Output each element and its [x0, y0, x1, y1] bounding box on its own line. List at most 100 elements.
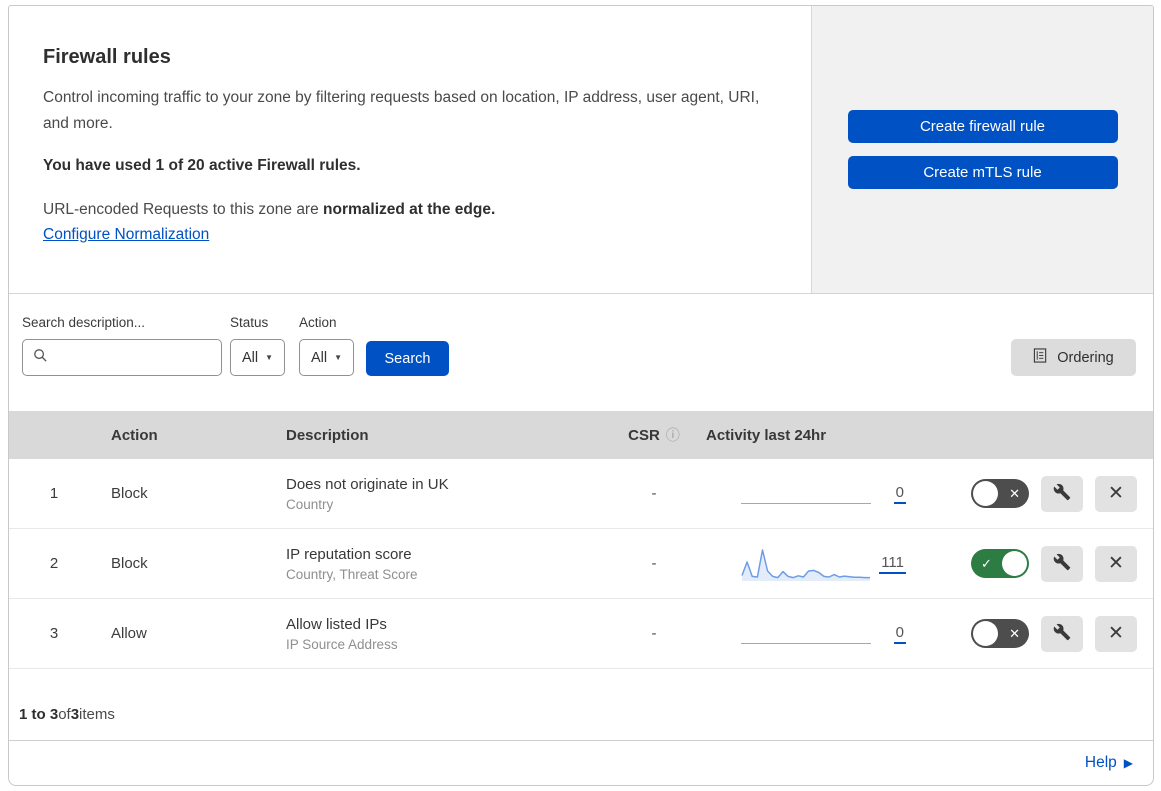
rule-description-cell: Does not originate in UK Country	[274, 476, 604, 512]
rule-activity-cell: 0	[704, 615, 914, 653]
column-description: Description	[286, 426, 369, 444]
status-label: Status	[230, 315, 269, 330]
rule-priority: 1	[49, 485, 59, 502]
column-action: Action	[111, 426, 158, 444]
help-row: Help ▶	[9, 740, 1153, 785]
wrench-icon	[1053, 483, 1071, 504]
normalization-text: URL-encoded Requests to this zone are	[43, 201, 324, 218]
column-csr-label: CSR	[628, 427, 660, 444]
status-dropdown-value: All	[242, 349, 259, 366]
close-icon: ✕	[1108, 553, 1124, 574]
rule-description-cell: IP reputation score Country, Threat Scor…	[274, 546, 604, 582]
activity-count-link[interactable]: 0	[893, 484, 906, 504]
search-button[interactable]: Search	[366, 341, 449, 376]
toggle-knob	[973, 481, 998, 506]
rule-description-cell: Allow listed IPs IP Source Address	[274, 616, 604, 652]
toggle-knob	[973, 621, 998, 646]
rule-action: Block	[111, 485, 148, 502]
rule-criteria: Country, Threat Score	[286, 566, 418, 582]
chevron-down-icon: ▼	[265, 353, 274, 362]
close-icon: ✕	[1108, 623, 1124, 644]
configure-normalization-link[interactable]: Configure Normalization	[43, 226, 209, 243]
filter-bar: Search description... Status All ▼ Actio…	[9, 294, 1153, 411]
ordering-button[interactable]: Ordering	[1011, 339, 1136, 376]
search-label: Search description...	[22, 315, 146, 330]
rule-activity-cell: 111	[704, 545, 914, 583]
edit-rule-button[interactable]	[1041, 475, 1083, 512]
create-firewall-rule-button[interactable]: Create firewall rule	[847, 110, 1118, 143]
rule-enable-toggle[interactable]	[971, 549, 1029, 578]
pagination-items: items	[79, 706, 115, 723]
rule-activity-cell: 0	[704, 475, 914, 513]
pagination-range: 1 to 3	[19, 706, 59, 723]
table-header: Action Description CSR ⓘ Activity last 24…	[9, 411, 1153, 459]
page-description: Control incoming traffic to your zone by…	[43, 89, 760, 132]
rule-action: Allow	[111, 625, 147, 642]
sparkline-chart	[741, 548, 870, 581]
rule-enable-toggle[interactable]	[971, 619, 1029, 648]
activity-sparkline	[741, 615, 871, 653]
edit-rule-button[interactable]	[1041, 615, 1083, 652]
delete-rule-button[interactable]: ✕	[1095, 475, 1137, 512]
ordering-button-label: Ordering	[1057, 349, 1114, 366]
rule-criteria: Country	[286, 496, 334, 512]
wrench-icon	[1053, 623, 1071, 644]
chevron-down-icon: ▼	[334, 353, 343, 362]
table-row: 2 Block IP reputation score Country, Thr…	[9, 529, 1153, 599]
activity-count-link[interactable]: 0	[893, 624, 906, 644]
search-icon	[33, 348, 48, 368]
search-input[interactable]	[22, 339, 222, 376]
rule-priority: 2	[49, 555, 59, 572]
firewall-rules-card: Firewall rules Control incoming traffic …	[8, 5, 1154, 786]
help-link[interactable]: Help	[1085, 754, 1117, 772]
search-group: Search description...	[22, 315, 222, 376]
normalization-note: URL-encoded Requests to this zone are no…	[43, 201, 771, 219]
rule-enable-toggle[interactable]	[971, 479, 1029, 508]
close-icon: ✕	[1108, 483, 1124, 504]
delete-rule-button[interactable]: ✕	[1095, 545, 1137, 582]
actions-panel: Create firewall rule Create mTLS rule	[811, 6, 1153, 293]
column-csr: CSR ⓘ	[604, 425, 704, 445]
wrench-icon	[1053, 553, 1071, 574]
column-activity: Activity last 24hr	[706, 426, 827, 444]
normalization-bold: normalized at the edge.	[323, 201, 496, 218]
rule-csr: -	[651, 625, 657, 642]
pagination-total: 3	[70, 706, 80, 723]
search-input-field[interactable]	[56, 348, 211, 367]
status-dropdown[interactable]: All ▼	[230, 339, 286, 376]
pagination-summary: 1 to 3 of 3 items	[9, 669, 1153, 740]
activity-sparkline	[741, 475, 871, 513]
rule-controls: ✕	[914, 475, 1153, 512]
action-filter-group: Action All ▼	[299, 315, 355, 376]
table-row: 1 Block Does not originate in UK Country…	[9, 459, 1153, 529]
action-dropdown-value: All	[311, 349, 328, 366]
header-section: Firewall rules Control incoming traffic …	[9, 6, 1153, 294]
rule-controls: ✕	[914, 545, 1153, 582]
rule-description: Does not originate in UK	[286, 475, 449, 493]
rule-description: Allow listed IPs	[286, 615, 387, 633]
action-dropdown[interactable]: All ▼	[299, 339, 355, 376]
header-content: Firewall rules Control incoming traffic …	[9, 6, 811, 293]
action-label: Action	[299, 315, 337, 330]
page-title: Firewall rules	[43, 46, 171, 68]
rule-csr: -	[651, 555, 657, 572]
rule-criteria: IP Source Address	[286, 636, 398, 652]
rule-action: Block	[111, 555, 148, 572]
arrow-right-icon: ▶	[1123, 756, 1133, 770]
delete-rule-button[interactable]: ✕	[1095, 615, 1137, 652]
table-row: 3 Allow Allow listed IPs IP Source Addre…	[9, 599, 1153, 669]
toggle-knob	[1002, 551, 1027, 576]
create-mtls-rule-button[interactable]: Create mTLS rule	[847, 156, 1118, 189]
pagination-of: of	[58, 706, 71, 723]
info-icon[interactable]: ⓘ	[666, 427, 680, 443]
rule-controls: ✕	[914, 615, 1153, 652]
rule-priority: 3	[49, 625, 59, 642]
zero-activity-line	[741, 642, 871, 644]
edit-rule-button[interactable]	[1041, 545, 1083, 582]
activity-count-link[interactable]: 111	[879, 554, 906, 574]
ordering-icon	[1033, 348, 1048, 367]
rule-description: IP reputation score	[286, 545, 412, 563]
rule-csr: -	[651, 485, 657, 502]
toggle-state-icon	[1009, 486, 1020, 502]
activity-sparkline	[741, 545, 871, 583]
